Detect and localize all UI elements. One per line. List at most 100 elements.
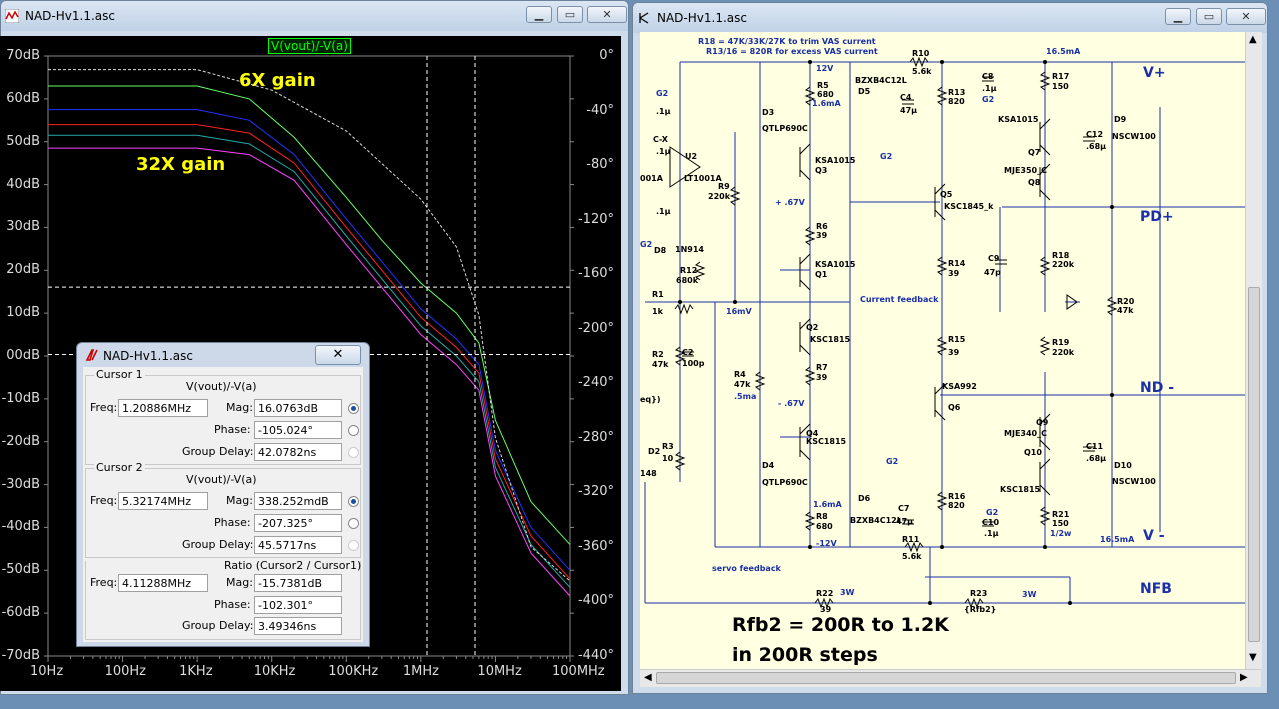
schematic-label-r19: R19 bbox=[1052, 338, 1070, 347]
cursor1-mag-label: Mag: bbox=[226, 401, 253, 414]
schematic-label-ksa1015a: KSA1015 bbox=[998, 115, 1039, 124]
cursor1-phase-radio[interactable] bbox=[348, 425, 359, 436]
cursor2-freq-field[interactable]: 5.32174MHz bbox=[118, 492, 208, 510]
cursor1-gd-radio[interactable] bbox=[348, 447, 359, 458]
x-tick-label: 10Hz bbox=[30, 664, 64, 679]
schematic-label-eq: eq}) bbox=[640, 395, 661, 404]
scroll-down-arrow-icon[interactable]: ▼ bbox=[1249, 652, 1257, 663]
schematic-window-titlebar[interactable]: NAD-Hv1.1.asc ▁ ▭ ✕ bbox=[633, 3, 1267, 33]
cursor2-phase-field[interactable]: -207.325° bbox=[254, 514, 342, 532]
phase-tick-label: -440° bbox=[577, 648, 614, 663]
schematic-label-mv16: 16mV bbox=[726, 307, 752, 316]
ratio-freq-field[interactable]: 4.11288MHz bbox=[118, 574, 208, 592]
maximize-button[interactable]: ▭ bbox=[557, 6, 583, 23]
schematic-label-r10v: 5.6k bbox=[912, 67, 932, 76]
schematic-label-r6v: 39 bbox=[816, 231, 828, 240]
trace-label[interactable]: V(vout)/-V(a) bbox=[268, 38, 351, 54]
schematic-canvas[interactable]: R18 = 47K/33K/27K to trim VAS current R1… bbox=[640, 32, 1245, 669]
schematic-label-ksc1845: KSC1845_k bbox=[944, 202, 994, 211]
schematic-label-r18: R18 bbox=[1052, 251, 1070, 260]
phase-tick-label: -240° bbox=[577, 375, 614, 391]
schematic-label-r2: R2 bbox=[652, 350, 664, 359]
schematic-label-r7v: 39 bbox=[816, 373, 828, 382]
schematic-label-r11: R11 bbox=[902, 535, 920, 544]
x-tick-label: 100KHz bbox=[328, 664, 379, 679]
rfb2-note-line2: in 200R steps bbox=[732, 644, 878, 666]
schematic-label-c12v: .68µ bbox=[1086, 142, 1107, 151]
ratio-mag-field[interactable]: -15.7381dB bbox=[254, 574, 342, 592]
schematic-label-ma5: .5ma bbox=[734, 392, 757, 401]
vertical-scroll-thumb[interactable] bbox=[1248, 287, 1260, 642]
cursor2-mag-field[interactable]: 338.252mdB bbox=[254, 492, 342, 510]
cursor1-phase-field[interactable]: -105.024° bbox=[254, 421, 342, 439]
schematic-label-q1: Q1 bbox=[815, 270, 828, 279]
cursor1-freq-field[interactable]: 1.20886MHz bbox=[118, 399, 208, 417]
schematic-window-title: NAD-Hv1.1.asc bbox=[657, 11, 747, 25]
minimize-button[interactable]: ▁ bbox=[526, 6, 552, 23]
schematic-label-r1: R1 bbox=[652, 290, 664, 299]
schematic-minimize-button[interactable]: ▁ bbox=[1165, 8, 1191, 25]
cursor1-expr: V(vout)/-V(a) bbox=[186, 380, 257, 393]
schematic-label-c7: C7 bbox=[898, 504, 910, 513]
schematic-label-ksc1815b: KSC1815 bbox=[806, 437, 847, 446]
net-vplus: V+ bbox=[1143, 65, 1166, 81]
phase-tick-label: 0° bbox=[599, 48, 614, 63]
schematic-label-c4v: 47µ bbox=[900, 106, 918, 115]
schematic-label-r15v: 39 bbox=[948, 348, 960, 357]
schematic-label-r17v: 150 bbox=[1052, 82, 1069, 91]
close-button[interactable]: ✕ bbox=[587, 6, 627, 23]
cursor1-mag-field[interactable]: 16.0763dB bbox=[254, 399, 342, 417]
schematic-label-r5: R5 bbox=[817, 81, 829, 90]
x-tick-label: 1KHz bbox=[179, 664, 213, 679]
schematic-label-q3: Q3 bbox=[815, 166, 828, 175]
cursor-dialog-close-button[interactable]: ✕ bbox=[315, 345, 361, 365]
horizontal-scroll-thumb[interactable] bbox=[656, 672, 1236, 684]
cursor2-phase-label: Phase: bbox=[214, 516, 251, 529]
ratio-phase-field[interactable]: -102.301° bbox=[254, 596, 342, 614]
scroll-left-arrow-icon[interactable]: ◀ bbox=[644, 672, 652, 683]
phase-tick-label: -280° bbox=[577, 429, 614, 445]
y-tick-label: 10dB bbox=[6, 305, 40, 321]
scroll-up-arrow-icon[interactable]: ▲ bbox=[1249, 34, 1257, 45]
ratio-gd-field[interactable]: 3.49346ns bbox=[254, 617, 342, 635]
schematic-label-r9: R9 bbox=[718, 182, 730, 191]
phase-tick-label: -120° bbox=[577, 211, 614, 227]
x-tick-label: 100Hz bbox=[104, 664, 146, 679]
schematic-maximize-button[interactable]: ▭ bbox=[1196, 8, 1222, 25]
cursor1-mag-radio[interactable] bbox=[348, 403, 359, 414]
cursor1-gd-field[interactable]: 42.0782ns bbox=[254, 443, 342, 461]
schematic-label-cxv: .1µ bbox=[656, 147, 671, 156]
schematic-label-r22v: 39 bbox=[820, 605, 832, 614]
schematic-label-v67n: - .67V bbox=[778, 399, 805, 408]
cursor2-gd-field[interactable]: 45.5717ns bbox=[254, 536, 342, 554]
schematic-label-r12v: 680k bbox=[676, 276, 699, 285]
schematic-label-c9: C9 bbox=[988, 254, 1000, 263]
plot-window-title: NAD-Hv1.1.asc bbox=[25, 9, 115, 23]
schematic-label-c2: C2 bbox=[682, 348, 694, 357]
net-vminus: V - bbox=[1143, 528, 1165, 544]
schematic-label-d3: D3 bbox=[762, 108, 775, 117]
schematic-label-c2v: .1µ bbox=[656, 207, 671, 216]
schematic-label-bzx: BZXB4C12L bbox=[855, 76, 907, 85]
schematic-label-r1v: 1k bbox=[652, 307, 663, 316]
schematic-label-c12: C12 bbox=[1086, 130, 1104, 139]
cursor2-mag-radio[interactable] bbox=[348, 496, 359, 507]
schematic-vertical-scrollbar[interactable]: ▲ ▼ bbox=[1245, 32, 1262, 669]
schematic-close-button[interactable]: ✕ bbox=[1226, 8, 1266, 25]
schematic-label-lt1001b: 001A bbox=[640, 174, 663, 183]
schematic-label-u2: U2 bbox=[685, 152, 698, 161]
cursor2-phase-radio[interactable] bbox=[348, 518, 359, 529]
gain-32x-label: 32X gain bbox=[136, 154, 226, 175]
schematic-label-q2: Q2 bbox=[806, 323, 819, 332]
cursor2-gd-radio[interactable] bbox=[348, 540, 359, 551]
schematic-label-c4: C4 bbox=[900, 93, 912, 102]
rfb2-note-line1: Rfb2 = 200R to 1.2K bbox=[732, 614, 949, 636]
schematic-label-ksa1015c: KSA1015 bbox=[815, 260, 856, 269]
schematic-label-r5v: 680 bbox=[817, 90, 834, 99]
scroll-right-arrow-icon[interactable]: ▶ bbox=[1240, 672, 1248, 683]
plot-window-titlebar[interactable]: NAD-Hv1.1.asc ▁ ▭ ✕ bbox=[1, 1, 628, 31]
schematic-horizontal-scrollbar[interactable]: ◀ ▶ bbox=[640, 669, 1261, 687]
schematic-label-r9v: 220k bbox=[708, 192, 731, 201]
cursor2-freq-label: Freq: bbox=[90, 494, 118, 507]
schematic-label-bzx2: BZXB4C12L bbox=[850, 516, 902, 525]
